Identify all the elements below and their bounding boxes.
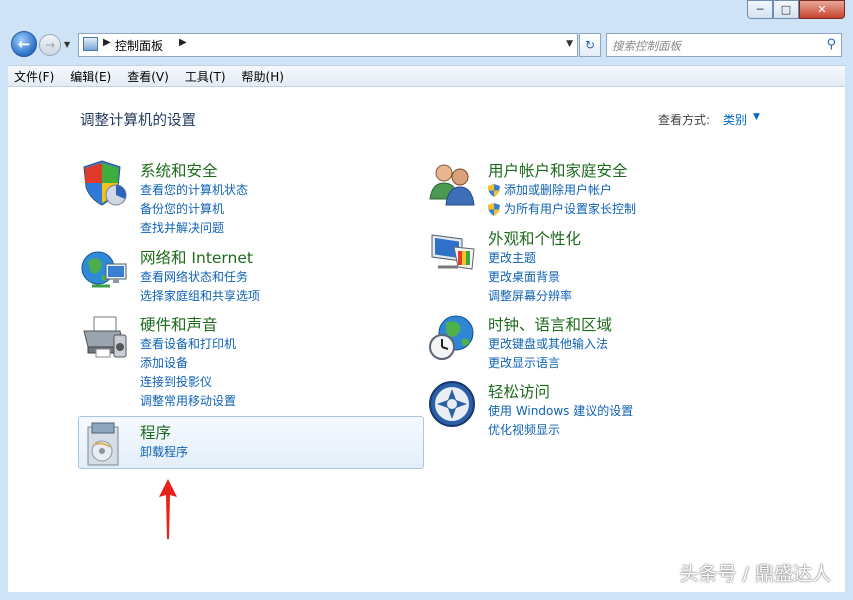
window-frame: ─ □ ✕ ← → ▼ ▶ 控制面板 ▶ ▼ ↻ 搜索控制面板 ⚲ 文件(F) … bbox=[0, 0, 853, 600]
shield-pie-icon[interactable] bbox=[80, 159, 128, 207]
link-optimize-video[interactable]: 优化视频显示 bbox=[488, 421, 633, 440]
menu-bar: 文件(F) 编辑(E) 查看(V) 工具(T) 帮助(H) bbox=[8, 65, 845, 87]
link-text[interactable]: 添加或删除用户帐户 bbox=[504, 181, 612, 200]
link-text[interactable]: 为所有用户设置家长控制 bbox=[504, 200, 636, 219]
link-devices-printers[interactable]: 查看设备和打印机 bbox=[140, 335, 236, 354]
search-input[interactable]: 搜索控制面板 ⚲ bbox=[606, 33, 842, 57]
red-arrow-up-icon bbox=[159, 479, 177, 539]
menu-tools[interactable]: 工具(T) bbox=[185, 68, 226, 85]
category-title[interactable]: 程序 bbox=[140, 421, 171, 443]
breadcrumb-chevron-icon[interactable]: ▶ bbox=[179, 37, 187, 48]
link-add-device[interactable]: 添加设备 bbox=[140, 354, 236, 373]
link-change-theme[interactable]: 更改主题 bbox=[488, 249, 572, 268]
globe-network-icon[interactable] bbox=[80, 246, 128, 294]
uac-shield-icon bbox=[488, 203, 500, 216]
back-button[interactable]: ← bbox=[11, 31, 37, 57]
category-title[interactable]: 网络和 Internet bbox=[140, 246, 253, 268]
forward-button[interactable]: → bbox=[39, 34, 61, 56]
clock-globe-icon[interactable] bbox=[428, 313, 476, 361]
printer-icon[interactable] bbox=[80, 313, 128, 361]
minimize-button[interactable]: ─ bbox=[747, 0, 773, 19]
link-parental-controls[interactable]: 为所有用户设置家长控制 bbox=[488, 200, 636, 219]
watermark-text: 头条号 / 鼎盛达人 bbox=[679, 563, 831, 585]
close-button[interactable]: ✕ bbox=[799, 0, 845, 19]
caption-buttons: ─ □ ✕ bbox=[747, 0, 845, 20]
category-links: 使用 Windows 建议的设置 优化视频显示 bbox=[488, 402, 633, 440]
link-homegroup[interactable]: 选择家庭组和共享选项 bbox=[140, 287, 260, 306]
ease-of-access-icon[interactable] bbox=[428, 380, 476, 428]
link-desktop-background[interactable]: 更改桌面背景 bbox=[488, 268, 572, 287]
category-links: 添加或删除用户帐户 为所有用户设置家长控制 bbox=[488, 181, 636, 219]
link-input-methods[interactable]: 更改键盘或其他输入法 bbox=[488, 335, 608, 354]
link-backup[interactable]: 备份您的计算机 bbox=[140, 200, 248, 219]
menu-view[interactable]: 查看(V) bbox=[127, 68, 169, 85]
users-icon[interactable] bbox=[428, 159, 476, 207]
category-links: 卸载程序 bbox=[140, 443, 188, 462]
menu-file[interactable]: 文件(F) bbox=[14, 68, 54, 85]
maximize-button[interactable]: □ bbox=[773, 0, 799, 19]
menu-edit[interactable]: 编辑(E) bbox=[70, 68, 111, 85]
link-mobility[interactable]: 调整常用移动设置 bbox=[140, 392, 236, 411]
refresh-button[interactable]: ↻ bbox=[579, 33, 601, 57]
menu-help[interactable]: 帮助(H) bbox=[242, 68, 284, 85]
link-network-status[interactable]: 查看网络状态和任务 bbox=[140, 268, 260, 287]
monitor-palette-icon[interactable] bbox=[428, 227, 476, 275]
breadcrumb-chevron-icon[interactable]: ▶ bbox=[103, 37, 111, 48]
category-links: 更改键盘或其他输入法 更改显示语言 bbox=[488, 335, 608, 373]
link-display-language[interactable]: 更改显示语言 bbox=[488, 354, 608, 373]
navigation-bar: ← → ▼ ▶ 控制面板 ▶ ▼ ↻ 搜索控制面板 ⚲ bbox=[8, 28, 845, 62]
link-windows-suggested-settings[interactable]: 使用 Windows 建议的设置 bbox=[488, 402, 633, 421]
category-links: 查看设备和打印机 添加设备 连接到投影仪 调整常用移动设置 bbox=[140, 335, 236, 411]
view-by-label: 查看方式: bbox=[658, 113, 711, 127]
link-add-remove-accounts[interactable]: 添加或删除用户帐户 bbox=[488, 181, 636, 200]
category-title[interactable]: 外观和个性化 bbox=[488, 227, 581, 249]
breadcrumb-control-panel[interactable]: 控制面板 bbox=[115, 37, 163, 54]
programs-icon[interactable] bbox=[80, 421, 128, 469]
category-links: 查看您的计算机状态 备份您的计算机 查找并解决问题 bbox=[140, 181, 248, 238]
link-troubleshoot[interactable]: 查找并解决问题 bbox=[140, 219, 248, 238]
category-title[interactable]: 硬件和声音 bbox=[140, 313, 218, 335]
recent-pages-dropdown-icon[interactable]: ▼ bbox=[64, 40, 70, 49]
address-bar[interactable]: ▶ 控制面板 ▶ ▼ bbox=[78, 33, 578, 57]
window: ─ □ ✕ ← → ▼ ▶ 控制面板 ▶ ▼ ↻ 搜索控制面板 ⚲ 文件(F) … bbox=[8, 0, 845, 592]
search-icon[interactable]: ⚲ bbox=[826, 37, 836, 52]
address-dropdown-icon[interactable]: ▼ bbox=[566, 39, 573, 49]
link-uninstall-program[interactable]: 卸载程序 bbox=[140, 443, 188, 462]
view-by-dropdown[interactable]: 类别 bbox=[723, 111, 747, 128]
link-projector[interactable]: 连接到投影仪 bbox=[140, 373, 236, 392]
uac-shield-icon bbox=[488, 184, 500, 197]
category-title[interactable]: 轻松访问 bbox=[488, 380, 550, 402]
link-screen-resolution[interactable]: 调整屏幕分辨率 bbox=[488, 287, 572, 306]
content-area: 调整计算机的设置 查看方式: 类别 ▼ 系统和安全 查看您的计算机状态 备份您的… bbox=[8, 87, 845, 592]
category-title[interactable]: 系统和安全 bbox=[140, 159, 218, 181]
programs-hover-highlight bbox=[78, 416, 424, 469]
category-title[interactable]: 用户帐户和家庭安全 bbox=[488, 159, 628, 181]
category-links: 更改主题 更改桌面背景 调整屏幕分辨率 bbox=[488, 249, 572, 306]
control-panel-icon bbox=[83, 37, 98, 51]
link-check-status[interactable]: 查看您的计算机状态 bbox=[140, 181, 248, 200]
category-title[interactable]: 时钟、语言和区域 bbox=[488, 313, 612, 335]
view-by-chevron-down-icon[interactable]: ▼ bbox=[753, 112, 760, 122]
category-links: 查看网络状态和任务 选择家庭组和共享选项 bbox=[140, 268, 260, 306]
page-title: 调整计算机的设置 bbox=[80, 113, 196, 129]
search-placeholder: 搜索控制面板 bbox=[612, 39, 681, 53]
